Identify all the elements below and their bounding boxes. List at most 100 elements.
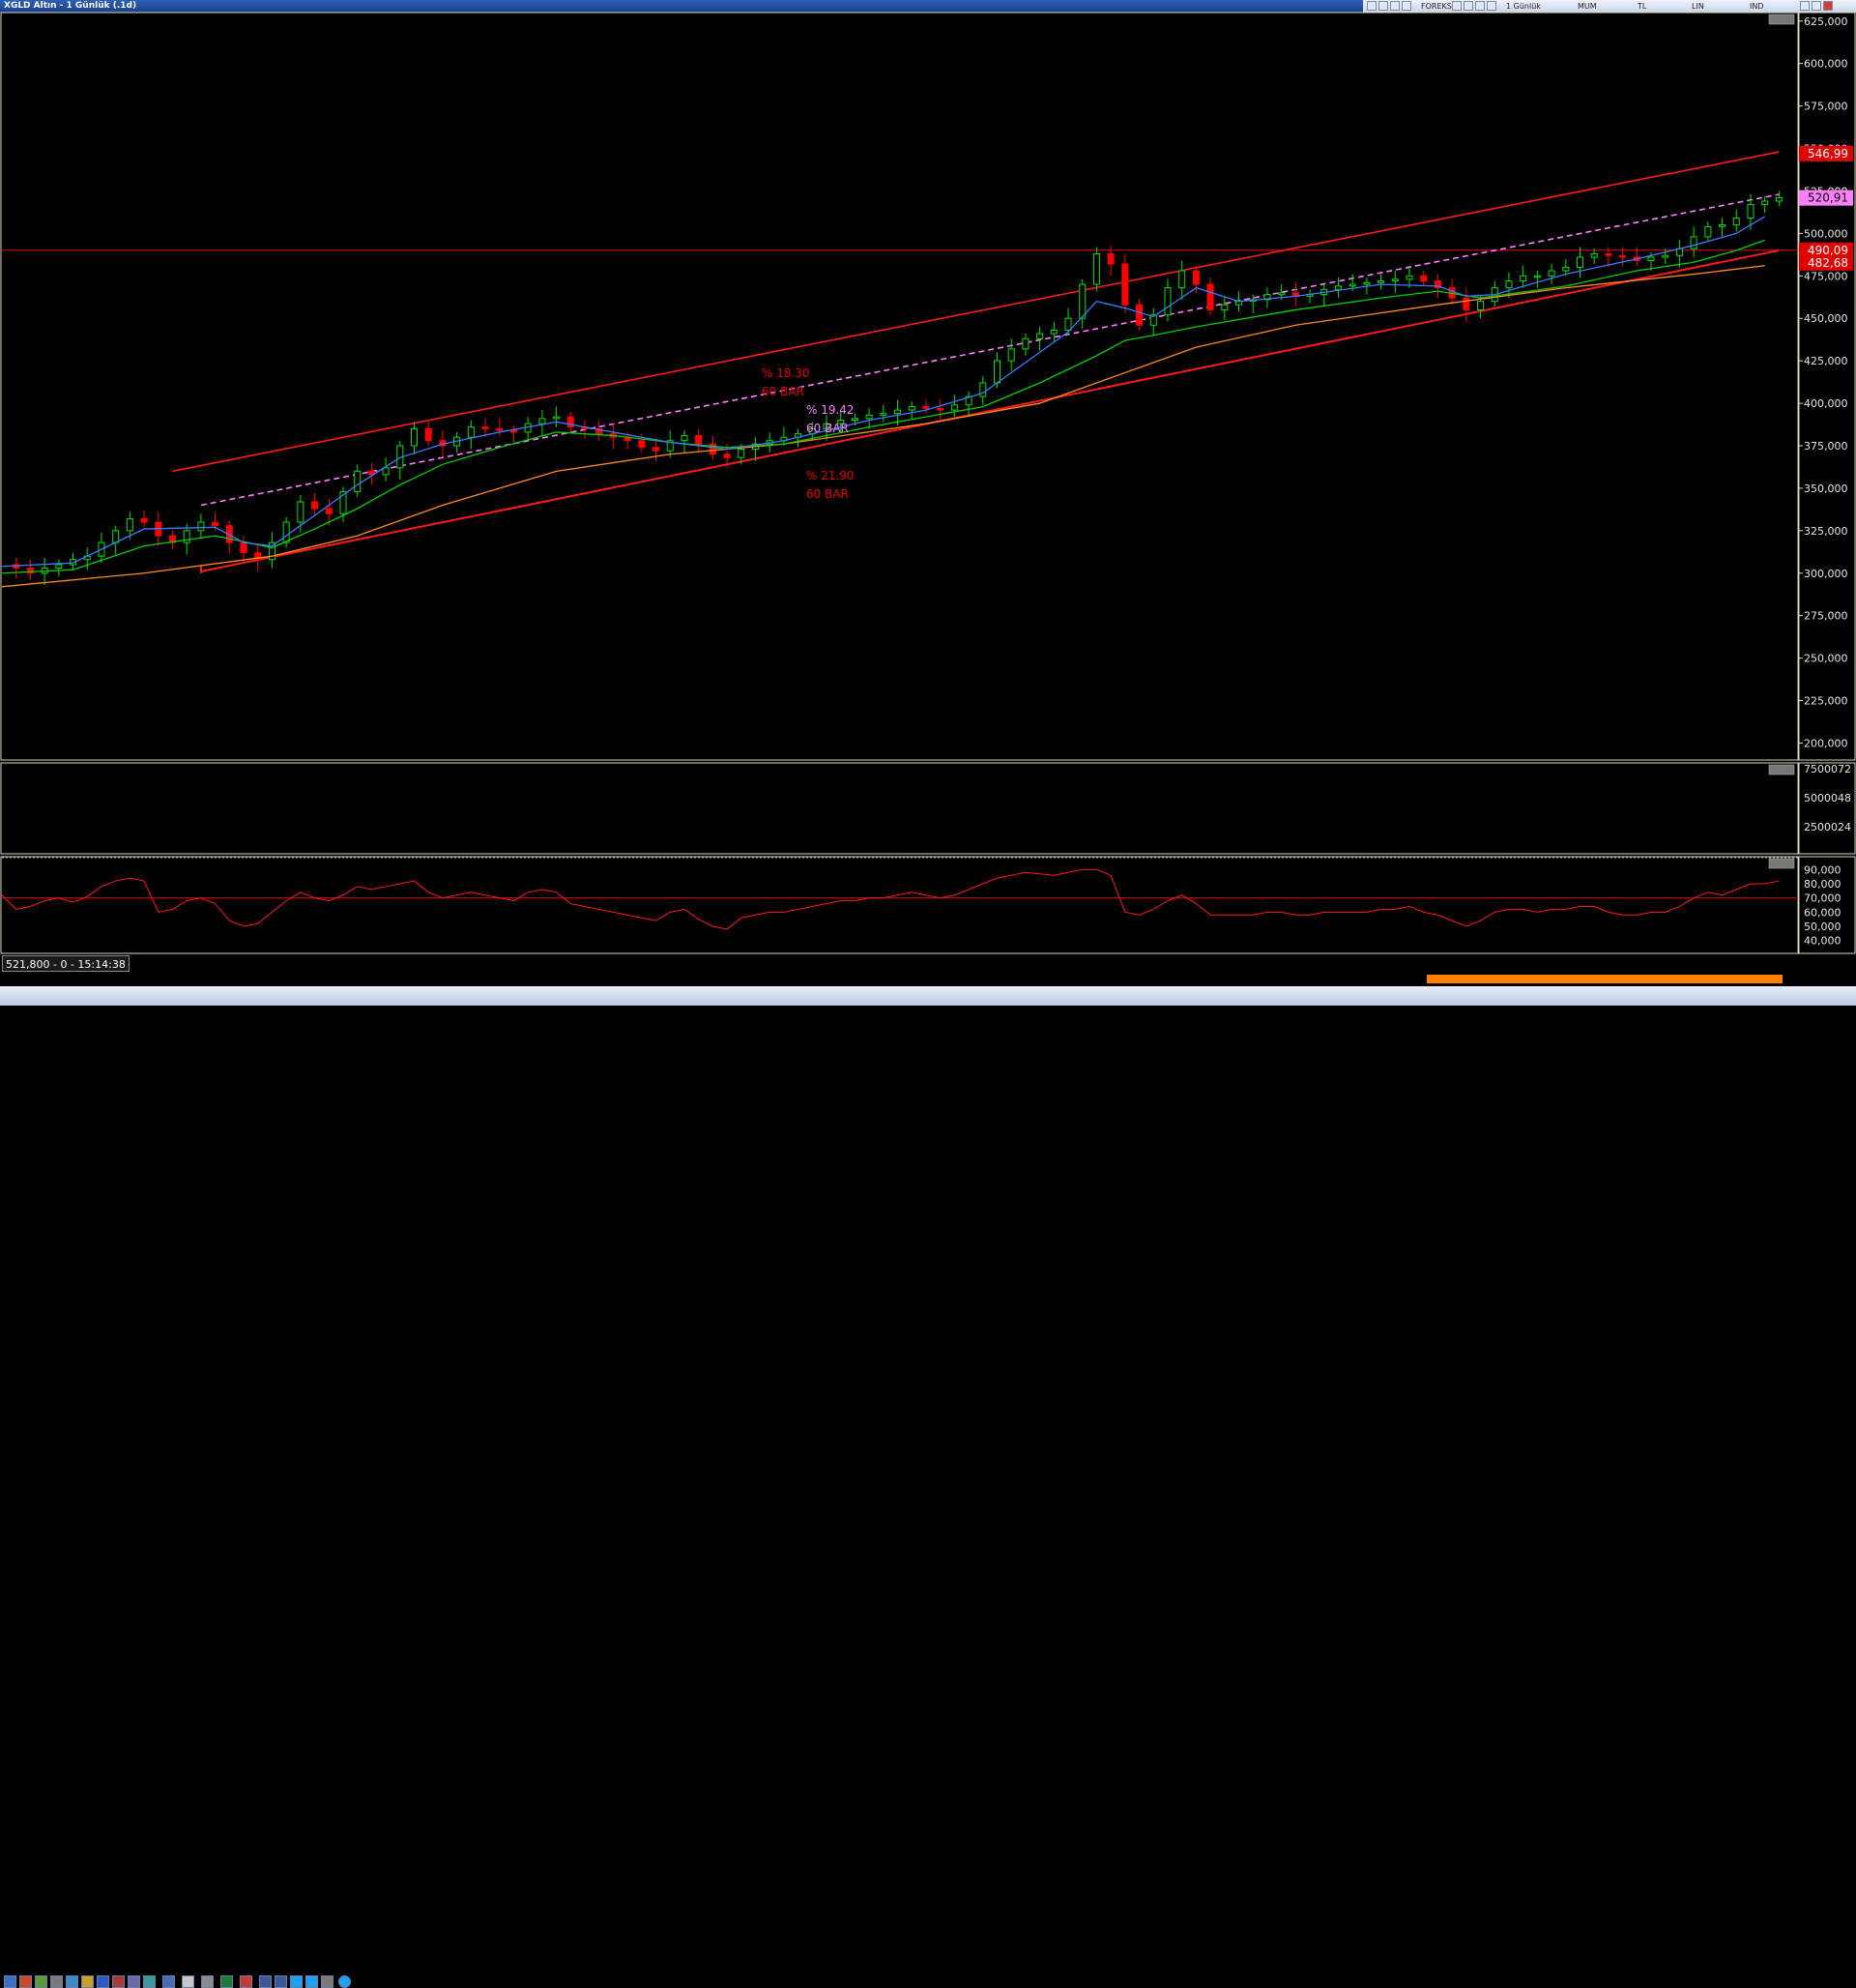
candle-body	[325, 508, 333, 514]
candle-body	[481, 426, 489, 429]
print-icon[interactable]	[50, 1975, 63, 1988]
candle-body	[1121, 263, 1129, 306]
price-tick-label: 475,000	[1804, 270, 1848, 282]
layout-icon[interactable]	[97, 1975, 109, 1988]
candle-body	[1548, 270, 1555, 277]
printer-icon[interactable]	[201, 1975, 214, 1988]
rsi-tick-label: 40,000	[1804, 935, 1842, 948]
price-tick-label: 325,000	[1804, 525, 1848, 538]
tweet-icon[interactable]	[305, 1975, 318, 1988]
candle-body	[950, 404, 958, 411]
panel-badge	[1768, 858, 1795, 869]
volume-tick-label: 2500024	[1804, 821, 1851, 833]
price-tag: 546,99	[1799, 145, 1853, 161]
candle-body	[1533, 275, 1541, 278]
candle-body	[937, 407, 944, 411]
candle-body	[1719, 224, 1726, 227]
price-tag: 520,91	[1799, 190, 1853, 206]
save-icon[interactable]	[35, 1975, 47, 1988]
candle-body	[1022, 337, 1030, 350]
price-readout: 521,800 - 0 - 15:14:38	[2, 955, 130, 972]
candle-body	[467, 426, 475, 438]
candle-body	[311, 501, 319, 510]
candle-body	[1378, 280, 1385, 283]
candle-body	[240, 541, 247, 554]
indicator-icon[interactable]	[128, 1975, 140, 1988]
price-tag-text: 520,91	[1808, 191, 1848, 205]
panel-badge	[1768, 14, 1795, 25]
skype-icon[interactable]	[338, 1975, 351, 1988]
candle-body	[1221, 304, 1229, 310]
twitter-icon[interactable]	[290, 1975, 303, 1988]
panel-badge	[1768, 764, 1795, 775]
annotation-text: 60 BAR	[806, 487, 849, 501]
candle-body	[1775, 196, 1783, 202]
candle-body	[538, 418, 546, 424]
template-icon[interactable]	[81, 1975, 94, 1988]
candle-body	[1647, 256, 1655, 261]
candle-body	[1092, 252, 1100, 285]
price-tick-label: 400,000	[1804, 397, 1848, 410]
candle-body	[1520, 275, 1527, 282]
compare-icon[interactable]	[143, 1975, 156, 1988]
candle-body	[1391, 278, 1399, 282]
export-icon[interactable]	[66, 1975, 78, 1988]
price-tag-text: 546,99	[1808, 147, 1848, 161]
candle-body	[1704, 225, 1712, 238]
price-tick-label: 300,000	[1804, 568, 1848, 580]
candle-body	[1164, 287, 1172, 316]
candle-body	[880, 413, 887, 416]
candle-body	[1662, 254, 1669, 258]
candle-body	[354, 470, 362, 492]
scroll-thumb[interactable]	[1427, 975, 1783, 983]
candle-body	[652, 447, 660, 452]
new-chart-icon[interactable]	[4, 1975, 16, 1988]
candle-body	[1007, 348, 1015, 362]
alarm-icon[interactable]	[112, 1975, 125, 1988]
candle-body	[1590, 252, 1598, 258]
rsi-panel	[0, 856, 1799, 954]
price-chart[interactable]: 625,000600,000575,000550,000525,000500,0…	[0, 0, 1856, 1006]
candle-body	[1178, 270, 1186, 289]
candle-body	[553, 416, 561, 420]
candle-body	[566, 416, 574, 428]
volume-panel-axis	[1798, 762, 1856, 855]
candle-body	[993, 360, 1000, 384]
pdf-icon[interactable]	[240, 1975, 252, 1988]
candle-body	[1732, 218, 1740, 226]
open-icon[interactable]	[19, 1975, 32, 1988]
candle-body	[1747, 204, 1754, 219]
candle-body	[1420, 275, 1428, 282]
candle-body	[1761, 200, 1769, 206]
candle-body	[509, 429, 517, 433]
price-tag: 482,68	[1799, 254, 1853, 271]
candle-body	[1619, 254, 1627, 258]
candle-body	[1562, 267, 1570, 272]
share-icon[interactable]	[275, 1975, 287, 1988]
price-tick-label: 500,000	[1804, 227, 1848, 240]
rsi-tick-label: 50,000	[1804, 921, 1842, 933]
annotation-text: % 18.30	[762, 366, 810, 380]
candle-body	[411, 427, 419, 447]
price-tick-label: 600,000	[1804, 58, 1848, 71]
facebook-icon[interactable]	[259, 1975, 272, 1988]
price-tick-label: 575,000	[1804, 101, 1848, 113]
annotation-text: 60 BAR	[806, 422, 849, 435]
price-tick-label: 350,000	[1804, 482, 1848, 495]
candle-body	[865, 414, 873, 420]
camera-icon[interactable]	[182, 1975, 194, 1988]
price-tick-label: 450,000	[1804, 312, 1848, 325]
rsi-tick-label: 70,000	[1804, 892, 1842, 905]
volume-tick-label: 5000048	[1804, 792, 1851, 804]
candle-body	[382, 467, 390, 476]
candle-body	[1463, 297, 1470, 310]
candle-body	[112, 530, 120, 543]
annotation-text: % 19.42	[806, 403, 855, 417]
tools-icon[interactable]	[321, 1975, 334, 1988]
excel-icon[interactable]	[220, 1975, 233, 1988]
candle-body	[1690, 236, 1697, 249]
calendar-icon[interactable]	[162, 1975, 175, 1988]
candle-body	[681, 434, 688, 442]
candle-body	[1136, 304, 1144, 326]
candle-body	[979, 382, 987, 397]
